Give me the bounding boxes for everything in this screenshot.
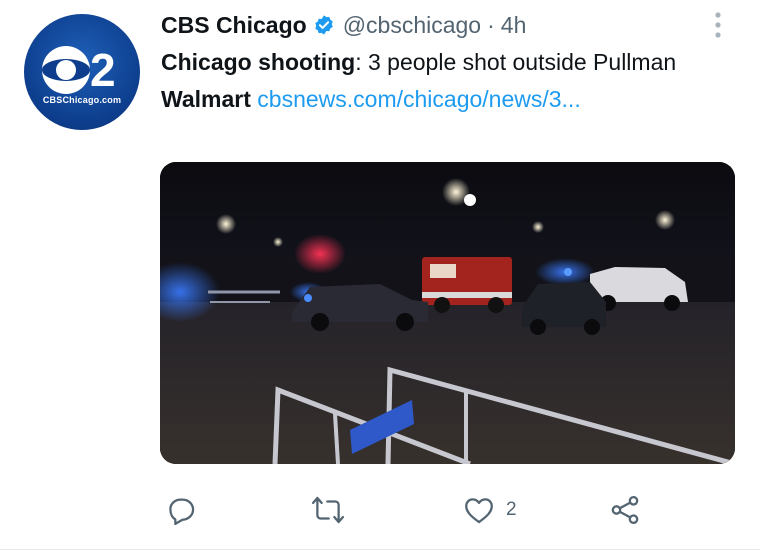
display-name[interactable]: CBS Chicago <box>161 12 307 39</box>
media-photo <box>160 162 735 464</box>
tweet-link[interactable]: cbsnews.com/chicago/news/3... <box>257 86 580 112</box>
verified-badge-icon <box>313 14 335 36</box>
tweet-divider <box>0 549 760 550</box>
tweet-bold-headline: Chicago shooting <box>161 49 356 75</box>
tweet-text: Chicago shooting: 3 people shot outside … <box>161 44 746 118</box>
share-button[interactable] <box>608 490 642 530</box>
cbs-logo-icon: 2 <box>42 44 116 96</box>
svg-text:2: 2 <box>90 44 116 96</box>
retweet-icon <box>311 496 345 524</box>
reply-icon <box>169 498 195 526</box>
tweet-bold-keyword: Walmart <box>161 86 251 112</box>
more-options-icon[interactable] <box>708 10 728 40</box>
avatar[interactable]: 2 CBSChicago.com <box>24 14 140 130</box>
timestamp[interactable]: 4h <box>501 12 527 39</box>
tweet-header: CBS Chicago @cbschicago · 4h <box>161 10 526 40</box>
reply-button[interactable] <box>164 490 198 530</box>
tweet-actions: 2 <box>160 490 720 530</box>
tweet-text-part: : 3 people shot outside Pullman <box>355 49 677 75</box>
heart-icon <box>465 498 493 524</box>
like-button[interactable]: 2 <box>462 490 517 530</box>
like-count: 2 <box>506 499 517 520</box>
tweet-image[interactable] <box>160 162 735 464</box>
avatar-caption: CBSChicago.com <box>42 95 122 105</box>
separator-dot: · <box>487 11 495 38</box>
user-handle[interactable]: @cbschicago <box>343 12 481 39</box>
share-icon <box>611 495 639 525</box>
retweet-button[interactable] <box>310 490 346 530</box>
